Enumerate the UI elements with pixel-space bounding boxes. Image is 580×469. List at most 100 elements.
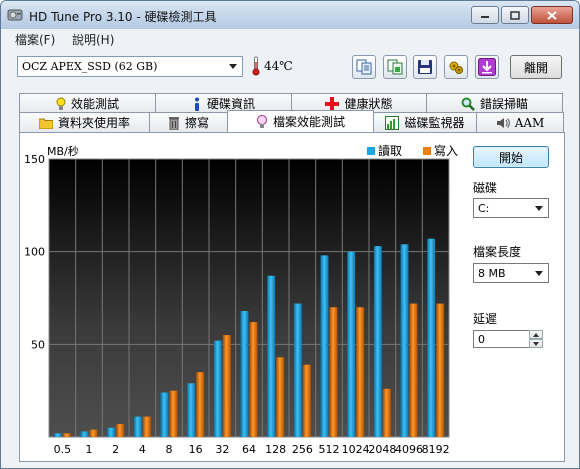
hd-tune-app-icon [7, 9, 23, 21]
bar-write [302, 364, 311, 437]
tab-folder-usage[interactable]: 資料夾使用率 [19, 112, 150, 132]
benchmark-chart: MB/秒 讀取 寫入 50 100 150 0.5 1 2 4 8 16 32 64 128 256 51… [24, 143, 458, 456]
x-tick-label: 8 [166, 443, 173, 456]
bar-read [187, 383, 196, 437]
info-bulb-icon [56, 97, 66, 110]
options-button[interactable] [444, 55, 468, 79]
drive-combo[interactable]: C: [473, 198, 549, 218]
bar-write [276, 357, 285, 437]
start-button[interactable]: 開始 [473, 146, 549, 168]
delay-down-button[interactable] [529, 339, 543, 348]
info-icon [194, 97, 199, 111]
bar-write [409, 303, 418, 437]
file-length-combo-value: 8 MB [478, 267, 506, 280]
title-bar[interactable]: HD Tune Pro 3.10 - 硬碟檢測工具 [1, 1, 579, 29]
bar-write [89, 429, 98, 437]
y-tick-label: 50 [31, 338, 45, 351]
x-axis-ticks: 0.5 1 2 4 8 16 32 64 128 256 512 1024204840968192 [54, 443, 450, 456]
chevron-down-icon [532, 201, 546, 216]
copy-text-icon [356, 59, 372, 75]
tab-row-bottom: 資料夾使用率 擦寫 檔案效能測試 磁碟監視器 AAM [19, 110, 565, 132]
y-tick-label: 100 [24, 246, 45, 259]
x-tick-label: 1 [86, 443, 93, 456]
copy-screenshot-button[interactable] [383, 55, 407, 79]
tab-aam[interactable]: AAM [476, 112, 564, 132]
monitor-chart-icon [385, 115, 400, 130]
tab-label: 磁碟監視器 [404, 116, 465, 130]
x-tick-label: 0.5 [54, 443, 71, 456]
tab-label: 效能測試 [70, 97, 119, 111]
bar-read [213, 340, 222, 437]
caption-buttons [471, 6, 573, 24]
close-button[interactable] [531, 6, 573, 24]
thermometer-icon [252, 56, 260, 76]
chevron-down-icon [533, 341, 539, 346]
download-icon [478, 58, 496, 76]
bar-write [116, 424, 125, 437]
x-tick-label: 256 [292, 443, 313, 456]
bar-write [222, 335, 231, 437]
tab-label: 資料夾使用率 [57, 116, 130, 130]
bar-read [293, 303, 302, 437]
y-tick-label: 150 [24, 153, 45, 166]
minimize-icon [481, 16, 489, 18]
options-icon [449, 61, 463, 74]
app-window: HD Tune Pro 3.10 - 硬碟檢測工具 檔案(F) 說明(H) OC… [0, 0, 580, 469]
delay-spinner [529, 330, 543, 348]
tab-label: 錯誤掃瞄 [479, 97, 528, 111]
chevron-up-icon [533, 332, 539, 337]
bar-read [347, 251, 356, 437]
legend-swatch [423, 147, 431, 155]
legend-label: 寫入 [434, 143, 458, 158]
window-title: HD Tune Pro 3.10 - 硬碟檢測工具 [29, 10, 217, 24]
bar-write [62, 433, 71, 437]
file-length-label: 檔案長度 [473, 245, 522, 259]
save-button[interactable] [413, 55, 437, 79]
bar-read [160, 392, 169, 437]
tab-error-scan[interactable]: 錯誤掃瞄 [426, 93, 563, 113]
save-icon [418, 60, 432, 74]
bar-read [80, 431, 89, 437]
folder-icon [38, 118, 53, 129]
x-tick-label: 64 [242, 443, 256, 456]
toolbar: OCZ APEX_SSD (62 GB) 44℃ 離開 [1, 48, 579, 88]
bar-write [196, 372, 205, 437]
bar-read [373, 246, 382, 437]
bar-write [169, 390, 178, 437]
copy-text-button[interactable] [352, 55, 376, 79]
x-tick-label: 16 [189, 443, 203, 456]
temperature-readout: 44℃ [251, 54, 293, 78]
menu-file[interactable]: 檔案(F) [15, 31, 55, 48]
bar-read [427, 238, 436, 437]
chevron-down-icon [532, 266, 546, 281]
download-button[interactable] [475, 55, 499, 79]
menu-help[interactable]: 說明(H) [72, 31, 114, 48]
file-length-combo[interactable]: 8 MB [473, 263, 549, 283]
maximize-button[interactable] [501, 6, 529, 24]
delay-input-value: 0 [478, 333, 485, 346]
tab-erase[interactable]: 擦寫 [149, 112, 228, 132]
chart-legend: 讀取 寫入 [367, 143, 458, 158]
x-tick-label: 8192 [422, 443, 450, 456]
x-tick-label: 2048 [368, 443, 396, 456]
bar-read [400, 244, 409, 437]
bar-read [320, 255, 329, 437]
delay-up-button[interactable] [529, 330, 543, 339]
tab-benchmark[interactable]: 效能測試 [19, 93, 156, 113]
copy-screenshot-icon [387, 59, 403, 75]
minimize-button[interactable] [471, 6, 499, 24]
drive-select[interactable]: OCZ APEX_SSD (62 GB) [17, 56, 243, 77]
tab-disk-monitor[interactable]: 磁碟監視器 [373, 112, 477, 132]
close-icon [547, 10, 557, 20]
file-benchmark-icon [256, 114, 267, 128]
bar-write [329, 307, 338, 437]
maximize-icon [510, 10, 520, 20]
legend-swatch [367, 147, 375, 155]
x-tick-label: 2 [112, 443, 119, 456]
bar-read [107, 427, 116, 437]
x-tick-label: 128 [265, 443, 286, 456]
legend-label: 讀取 [378, 144, 402, 158]
exit-button[interactable]: 離開 [510, 55, 562, 79]
x-tick-label: 4096 [395, 443, 423, 456]
tab-file-benchmark[interactable]: 檔案效能測試 [227, 110, 374, 132]
